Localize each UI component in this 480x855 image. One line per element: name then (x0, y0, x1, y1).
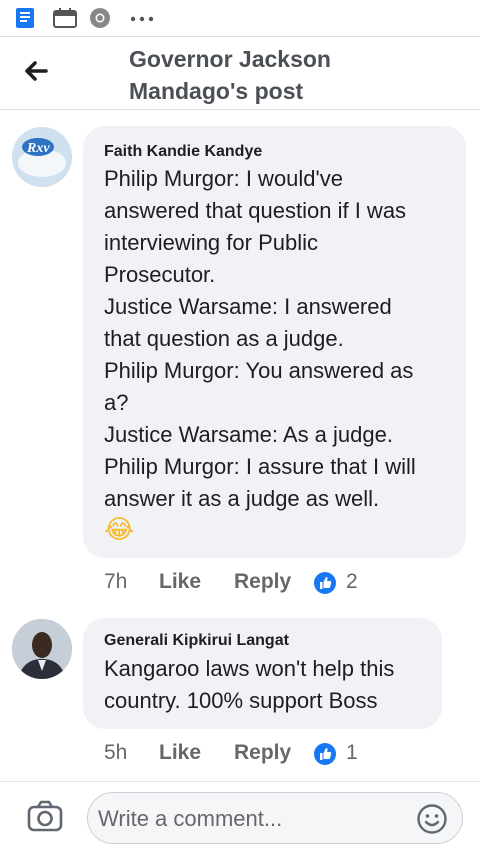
reaction-count[interactable]: 1 (346, 741, 358, 765)
comment-bubble: Generali Kipkirui Langat Kangaroo laws w… (83, 618, 442, 729)
comment-placeholder[interactable]: Write a comment... (98, 806, 282, 832)
more-dots-icon (130, 10, 156, 28)
reply-button[interactable]: Reply (234, 570, 291, 594)
title-line-1: Governor Jackson (129, 46, 331, 72)
avatar[interactable] (12, 619, 72, 679)
comment-text: Kangaroo laws won't help this country. 1… (104, 656, 395, 713)
calendar-icon (52, 6, 78, 35)
post-header: Governor Jackson Mandago's post (0, 36, 480, 110)
title-line-2: Mandago's post (129, 78, 304, 104)
avatar[interactable]: Rxv (12, 127, 72, 187)
camera-icon[interactable] (26, 799, 64, 838)
comment-input[interactable]: Write a comment... (87, 792, 463, 844)
comment-bubble: Faith Kandie Kandye Philip Murgor: I wou… (83, 126, 466, 558)
status-bar (0, 0, 480, 36)
document-icon (14, 6, 38, 35)
comment-author[interactable]: Generali Kipkirui Langat (104, 632, 289, 650)
comment-time: 5h (104, 741, 128, 764)
reaction-count[interactable]: 2 (346, 570, 358, 594)
page-title: Governor Jackson Mandago's post (129, 43, 449, 107)
comment-text: Philip Murgor: I would've answered that … (104, 166, 416, 511)
comment-composer: Write a comment... (0, 781, 480, 855)
comment-time: 7h (104, 570, 128, 593)
comment-actions: 5h Like Reply 1 (104, 741, 444, 771)
like-reaction-icon[interactable] (314, 572, 336, 594)
comment-actions: 7h Like Reply 2 (104, 570, 444, 600)
back-arrow-icon[interactable] (20, 55, 52, 87)
like-reaction-icon[interactable] (314, 743, 336, 765)
reply-button[interactable]: Reply (234, 741, 291, 765)
laughing-emoji: 😂 (104, 515, 135, 545)
like-button[interactable]: Like (159, 570, 201, 594)
like-button[interactable]: Like (159, 741, 201, 765)
emoji-smile-icon[interactable] (416, 803, 448, 840)
svg-text:Rxv: Rxv (26, 141, 50, 156)
comment-author[interactable]: Faith Kandie Kandye (104, 143, 262, 161)
chrome-icon (88, 6, 112, 35)
